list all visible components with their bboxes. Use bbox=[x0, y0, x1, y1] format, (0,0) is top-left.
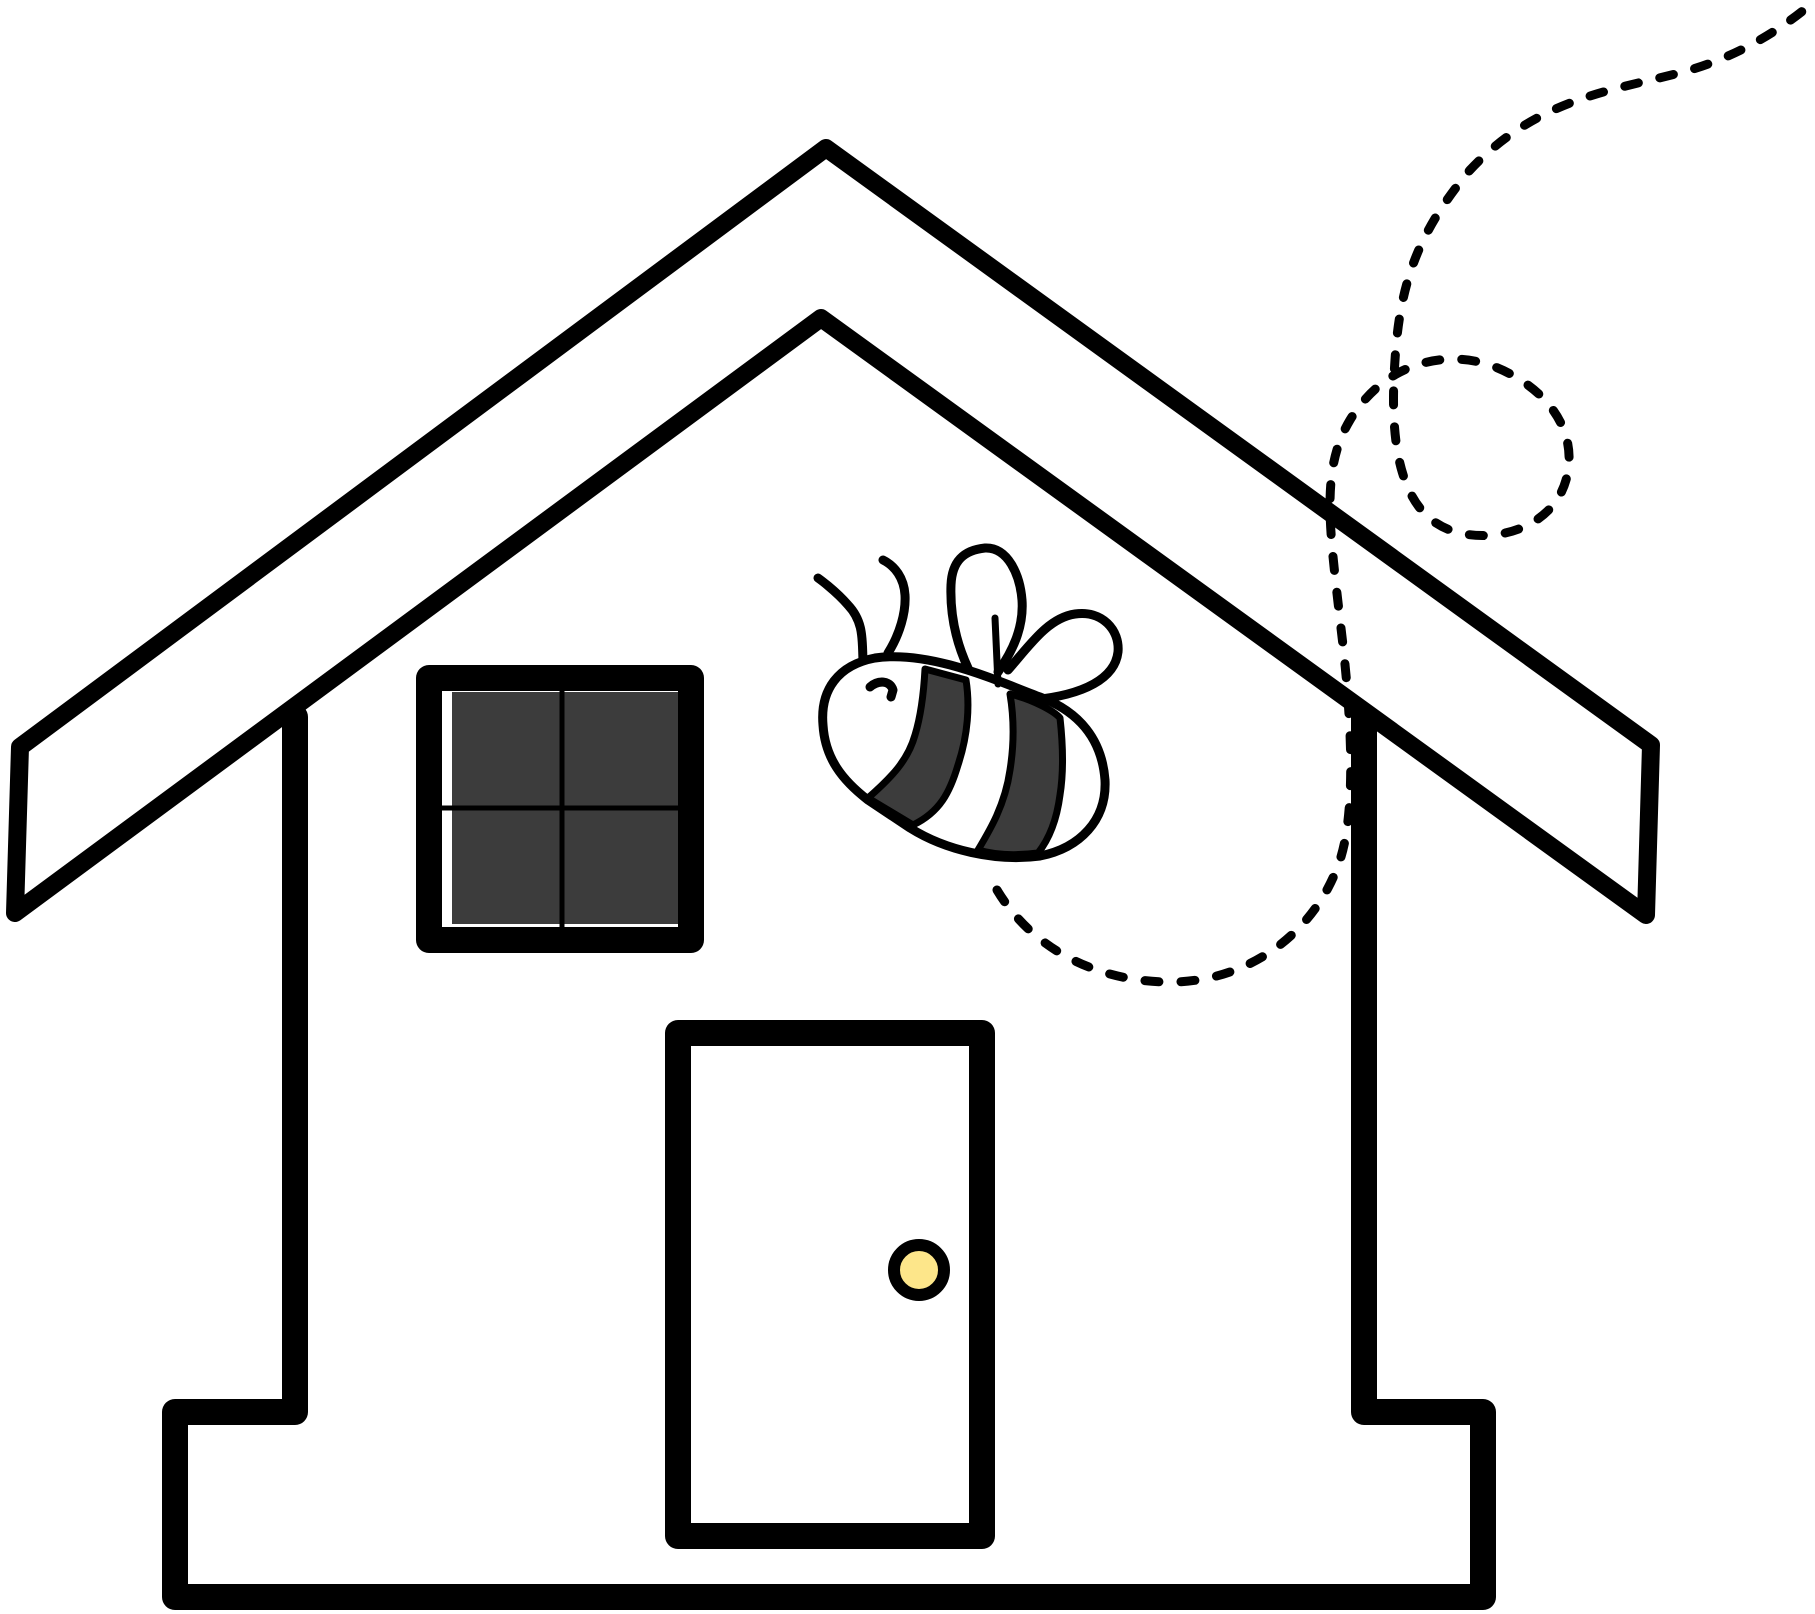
roof bbox=[6, 139, 1660, 924]
bee-wing-back bbox=[946, 543, 1027, 677]
door-icon bbox=[665, 1020, 995, 1549]
bee-antenna-right bbox=[878, 555, 910, 658]
bee-icon bbox=[813, 543, 1123, 863]
window-icon bbox=[416, 665, 704, 953]
roof-outline bbox=[6, 139, 1660, 924]
illustration-canvas bbox=[0, 0, 1815, 1614]
bee-wing-vein bbox=[991, 614, 1002, 688]
bee-antenna-left bbox=[813, 573, 868, 665]
door-knob-icon bbox=[888, 1239, 950, 1301]
house-bee-illustration bbox=[6, 0, 1815, 1610]
